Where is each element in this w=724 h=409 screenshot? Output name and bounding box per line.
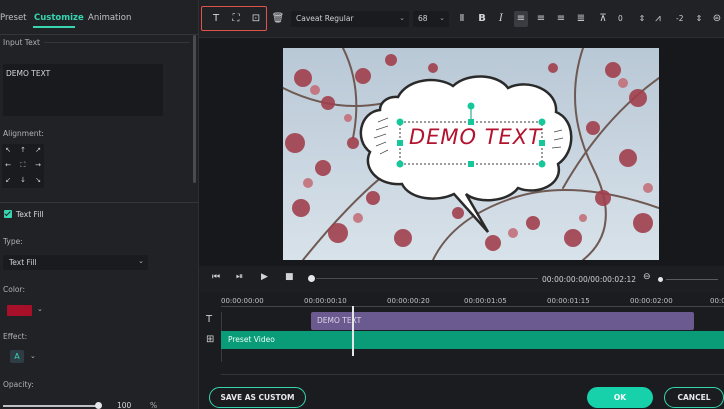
text-size-icon[interactable]: Ⅱ bbox=[455, 11, 469, 27]
type-select-value: Text Fill bbox=[9, 258, 37, 267]
video-clip[interactable]: Preset Video bbox=[221, 331, 724, 349]
italic-button[interactable]: I bbox=[494, 11, 508, 27]
zoom-slider[interactable] bbox=[666, 279, 718, 280]
font-family-select[interactable]: Caveat Regular ⌄ bbox=[291, 11, 409, 27]
type-select[interactable]: Text Fill ⌄ bbox=[3, 255, 148, 270]
chevron-down-icon[interactable]: ⌄ bbox=[30, 352, 36, 360]
ruler-label: 00:00:01:15 bbox=[547, 297, 590, 305]
align-top-left-icon[interactable]: ↖ bbox=[3, 146, 13, 154]
tab-customize[interactable]: Customize bbox=[34, 13, 84, 23]
zoom-slider-handle[interactable] bbox=[658, 277, 663, 282]
cancel-button[interactable]: CANCEL bbox=[664, 387, 724, 408]
text-fill-label: Text Fill bbox=[16, 210, 44, 219]
panel-scrollbar[interactable] bbox=[193, 35, 196, 183]
color-swatch[interactable] bbox=[7, 305, 32, 316]
text-clip[interactable]: DEMO TEXT bbox=[311, 312, 694, 330]
align-left-button[interactable]: ≡ bbox=[514, 11, 528, 27]
playhead[interactable] bbox=[352, 306, 354, 356]
ruler-label: 00:00:01:05 bbox=[464, 297, 507, 305]
tab-animation[interactable]: Animation bbox=[88, 13, 131, 23]
ruler-label: 00:00:00:00 bbox=[221, 297, 264, 305]
opacity-slider-handle[interactable] bbox=[95, 402, 102, 409]
video-clip-label: Preset Video bbox=[228, 335, 275, 344]
fit-icon[interactable]: ⊡ bbox=[249, 13, 263, 24]
save-as-custom-button[interactable]: SAVE AS CUSTOM bbox=[209, 387, 306, 408]
text-effect-icon[interactable]: A bbox=[10, 350, 24, 363]
input-text-label: Input Text bbox=[3, 38, 40, 47]
ruler-label: 00:00:02:00 bbox=[630, 297, 673, 305]
chevron-down-icon: ⌄ bbox=[399, 14, 405, 22]
font-size-select[interactable]: 68 ⌄ bbox=[413, 11, 449, 27]
bold-button[interactable]: B bbox=[475, 11, 489, 27]
align-right-button[interactable]: ≡ bbox=[554, 11, 568, 27]
opacity-value: 100 bbox=[117, 401, 132, 409]
opacity-label: Opacity: bbox=[3, 380, 34, 389]
ruler-label: 00:00:00:10 bbox=[304, 297, 347, 305]
align-center-icon[interactable]: ⛶ bbox=[18, 161, 28, 170]
input-text-field[interactable]: DEMO TEXT bbox=[3, 64, 163, 116]
section-divider bbox=[44, 42, 190, 43]
text-clip-label: DEMO TEXT bbox=[317, 316, 362, 325]
timecode: 00:00:00:00/00:00:02:12 bbox=[542, 275, 637, 284]
scrubber-handle[interactable] bbox=[308, 275, 315, 282]
tab-preset[interactable]: Preset bbox=[0, 13, 27, 23]
text-tool-icon[interactable]: T bbox=[209, 13, 223, 24]
crop-icon[interactable]: ⛶ bbox=[229, 13, 243, 24]
ruler-label: 00:0 bbox=[710, 297, 724, 305]
section-divider bbox=[0, 202, 199, 203]
speech-bubble-shape bbox=[359, 75, 573, 233]
alignment-label: Alignment: bbox=[3, 129, 44, 138]
align-center-button[interactable]: ≡ bbox=[534, 11, 548, 27]
chevron-down-icon: ⌄ bbox=[439, 14, 445, 22]
step-forward-icon[interactable]: ⏯ bbox=[236, 272, 243, 282]
text-track-icon: T bbox=[206, 314, 213, 325]
video-track-icon: ⊞ bbox=[206, 334, 215, 345]
input-text-value: DEMO TEXT bbox=[6, 69, 51, 78]
text-fill-checkbox[interactable] bbox=[4, 210, 12, 218]
opacity-slider[interactable] bbox=[3, 405, 99, 407]
ok-button[interactable]: OK bbox=[587, 387, 653, 408]
letter-spacing-value[interactable]: 0 bbox=[618, 14, 623, 23]
tab-divider bbox=[0, 34, 199, 35]
rewind-icon[interactable]: ⏮ bbox=[212, 272, 220, 282]
align-bottom-right-icon[interactable]: ↘ bbox=[33, 176, 43, 184]
ruler-label: 00:00:00:20 bbox=[387, 297, 430, 305]
play-icon[interactable]: ▶ bbox=[261, 272, 268, 282]
scrubber-track[interactable] bbox=[316, 278, 538, 279]
align-bottom-left-icon[interactable]: ↙ bbox=[3, 176, 13, 184]
align-top-icon[interactable]: ↑ bbox=[18, 146, 28, 154]
alignment-grid: ↖ ↑ ↗ ← ⛶ → ↙ ↓ ↘ bbox=[2, 144, 44, 188]
font-family-value: Caveat Regular bbox=[296, 14, 354, 23]
type-label: Type: bbox=[3, 237, 23, 246]
demo-text-overlay[interactable]: DEMO TEXT bbox=[403, 125, 548, 149]
ruler-line bbox=[221, 306, 724, 307]
chevron-down-icon: ⌄ bbox=[138, 257, 144, 265]
letter-spacing-icon: ⊼ bbox=[599, 13, 607, 24]
stepper-icon[interactable]: ⇕ bbox=[692, 11, 706, 27]
align-left-icon[interactable]: ← bbox=[3, 161, 13, 169]
color-label: Color: bbox=[3, 285, 25, 294]
line-spacing-icon: ⩘ bbox=[655, 13, 661, 24]
align-right-icon[interactable]: → bbox=[33, 161, 43, 169]
effect-label: Effect: bbox=[3, 332, 28, 341]
opacity-unit: % bbox=[150, 401, 158, 409]
align-bottom-icon[interactable]: ↓ bbox=[18, 176, 28, 184]
more-options-icon[interactable]: ⊜ bbox=[710, 11, 724, 27]
line-spacing-value[interactable]: -2 bbox=[676, 14, 683, 23]
active-tab-indicator bbox=[33, 26, 75, 28]
align-top-right-icon[interactable]: ↗ bbox=[33, 146, 43, 154]
align-justify-button[interactable]: ≣ bbox=[574, 11, 588, 27]
stepper-icon[interactable]: ⇕ bbox=[635, 11, 649, 27]
font-size-value: 68 bbox=[418, 14, 428, 23]
trash-icon[interactable]: 🗑 bbox=[271, 13, 285, 24]
chevron-down-icon[interactable]: ⌄ bbox=[37, 305, 43, 313]
timeline-bottom-divider bbox=[221, 374, 724, 375]
left-panel: Preset Customize Animation Input Text DE… bbox=[0, 0, 199, 409]
zoom-out-icon[interactable]: ⊖ bbox=[643, 272, 651, 282]
stop-icon[interactable]: ■ bbox=[285, 272, 294, 282]
